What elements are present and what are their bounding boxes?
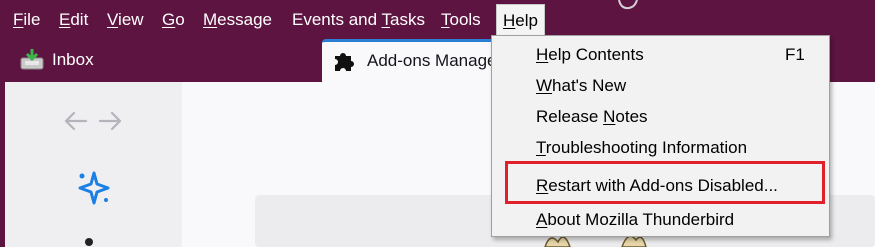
menu-message[interactable]: Message: [203, 9, 272, 31]
sidebar-partial-icon: [85, 238, 93, 246]
menu-item-help-contents[interactable]: Help Contents: [536, 44, 644, 66]
menu-item-troubleshooting-information[interactable]: Troubleshooting Information: [536, 137, 747, 159]
menu-item-whats-new[interactable]: What's New: [536, 75, 626, 97]
menu-tools[interactable]: Tools: [441, 9, 481, 31]
inbox-tray-icon: [20, 49, 44, 70]
puzzle-piece-icon: [335, 53, 354, 71]
menu-edit[interactable]: Edit: [59, 9, 88, 31]
tab-addons-label: Add-ons Manager: [367, 51, 503, 70]
navigation-arrows: [64, 111, 122, 131]
menu-events-and-tasks[interactable]: Events and Tasks: [292, 9, 425, 31]
partial-graphic: [618, 0, 638, 10]
window-edge: [0, 82, 5, 247]
arrow-right-icon[interactable]: [98, 111, 122, 131]
sparkle-icon[interactable]: [76, 170, 112, 206]
menu-file[interactable]: File: [13, 9, 40, 31]
shortcut-f1: F1: [785, 45, 805, 64]
arrow-left-icon[interactable]: [64, 111, 88, 131]
menu-item-about-thunderbird[interactable]: About Mozilla Thunderbird: [536, 209, 734, 231]
addons-sidebar: [0, 82, 182, 247]
highlight-annotation: [505, 161, 825, 204]
help-menu-dropdown: Help Contents F1 What's New Release Note…: [491, 35, 830, 237]
menu-go[interactable]: Go: [162, 9, 185, 31]
tab-inbox-label: Inbox: [52, 50, 94, 69]
tab-inbox[interactable]: Inbox: [10, 44, 310, 76]
menu-item-release-notes[interactable]: Release Notes: [536, 106, 648, 128]
menu-bar: File Edit View Go Message Events and Tas…: [0, 0, 875, 40]
menu-help[interactable]: Help: [496, 4, 545, 36]
menu-view[interactable]: View: [107, 9, 144, 31]
